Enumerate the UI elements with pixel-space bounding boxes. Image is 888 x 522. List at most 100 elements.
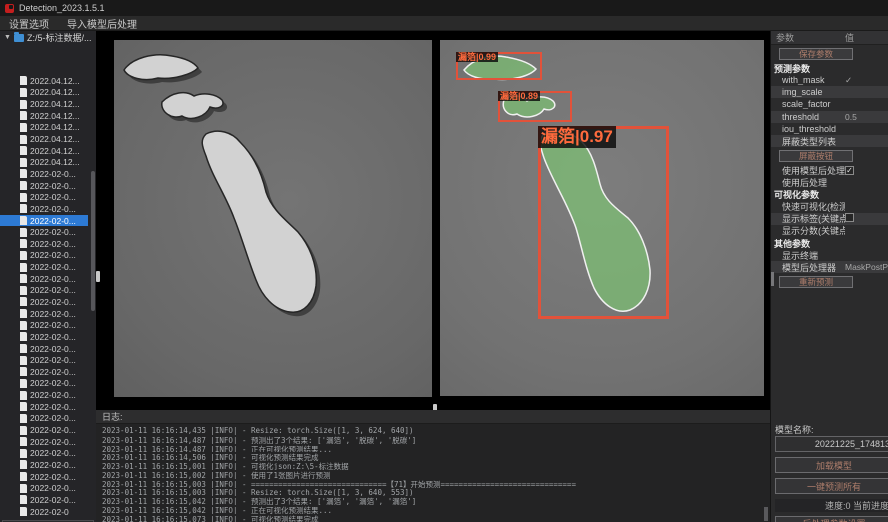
param-row[interactable]: 模型后处理器MaskPostPro — [771, 261, 888, 273]
param-row[interactable]: 显示标签(关键点) — [771, 213, 888, 225]
detection-bbox — [538, 126, 669, 319]
tree-item[interactable]: 2022-02-0... — [0, 448, 88, 460]
tree-item-label: 2022.04.12... — [30, 99, 80, 109]
tree-item[interactable]: 2022.04.12... — [0, 133, 88, 145]
tree-item[interactable]: 2022-02-0... — [0, 191, 88, 203]
tree-item[interactable]: 2022-02-0... — [0, 215, 88, 227]
tree-item-label: 2022-02-0... — [30, 460, 76, 470]
params-scrollbar[interactable] — [771, 272, 774, 286]
tree-item-label: 2022-02-0... — [30, 483, 76, 493]
tree-item[interactable]: 2022.04.12... — [0, 156, 88, 168]
param-row[interactable]: scale_factor — [771, 98, 888, 110]
tree-item-label: 2022-02-0... — [30, 344, 76, 354]
tree-item[interactable]: 2022-02-0... — [0, 238, 88, 250]
tree-item[interactable]: 2022-02-0... — [0, 203, 88, 215]
tree-item[interactable]: 2022-02-0... — [0, 389, 88, 401]
param-row[interactable]: 显示分数(关键点) — [771, 225, 888, 237]
log-line: 2023-01-11 16:16:15,001 |INFO| - 可视化json… — [102, 461, 770, 470]
prediction-image-panel[interactable]: 漏箔|0.99漏箔|0.89漏箔|0.97 — [440, 40, 764, 396]
log-lines[interactable]: 2023-01-11 16:16:14,435 |INFO| - Resize:… — [96, 424, 770, 522]
tree-item[interactable]: 2022.04.12... — [0, 75, 88, 87]
param-row[interactable]: threshold0.5 — [771, 111, 888, 123]
tree-root-node[interactable]: ▼ Z:/5-标注数据/... — [0, 31, 96, 44]
file-icon — [20, 449, 27, 458]
parameters-panel: 参数 值 保存参数预测参数with_mask✓img_scalescale_fa… — [770, 31, 888, 522]
tree-item[interactable]: 2022-02-0 — [0, 506, 88, 518]
tree-item[interactable]: 2022-02-0... — [0, 378, 88, 390]
file-icon — [20, 356, 27, 365]
tree-item[interactable]: 2022.04.12... — [0, 145, 88, 157]
tree-item[interactable]: 2022.04.12... — [0, 98, 88, 110]
sidebar-scrollbar[interactable] — [91, 171, 95, 311]
param-row[interactable]: 快速可视化(检测) — [771, 201, 888, 213]
tree-item[interactable]: 2022-02-0... — [0, 471, 88, 483]
tree-item[interactable]: 2022-02-0... — [0, 319, 88, 331]
tree-item[interactable]: 2022-02-0... — [0, 436, 88, 448]
tree-item[interactable]: 2022-02-0... — [0, 180, 88, 192]
param-value: ✓ — [845, 75, 888, 86]
tree-item[interactable]: 2022-02-0... — [0, 354, 88, 366]
predict-all-button[interactable]: 一键预测所有 — [775, 478, 888, 494]
tree-item[interactable]: 2022-02-0... — [0, 459, 88, 471]
param-button[interactable]: 保存参数 — [779, 48, 853, 60]
param-label: 显示终端 — [771, 249, 845, 262]
tree-item[interactable]: 2022-02-0... — [0, 261, 88, 273]
tree-item[interactable]: 2022.04.12... — [0, 110, 88, 122]
file-icon — [20, 216, 27, 225]
detection-overlay: 漏箔|0.99漏箔|0.89漏箔|0.97 — [440, 40, 764, 396]
menu-import-postprocess[interactable]: 导入模型后处理 — [67, 16, 137, 31]
tree-item[interactable]: 2022-02-0... — [0, 366, 88, 378]
param-label: 屏蔽类型列表 — [771, 135, 845, 148]
tree-item[interactable]: 2022-02-0... — [0, 168, 88, 180]
tree-item-label: 2022-02-0... — [30, 402, 76, 412]
menu-settings[interactable]: 设置选项 — [9, 16, 49, 31]
tree-item[interactable]: 2022-02-0... — [0, 273, 88, 285]
log-line: 2023-01-11 16:16:15,002 |INFO| - 使用了1张图片… — [102, 470, 770, 479]
param-row[interactable]: with_mask✓ — [771, 74, 888, 86]
tree-item-label: 2022-02-0... — [30, 332, 76, 342]
tree-item[interactable]: 2022-02-0... — [0, 308, 88, 320]
file-icon — [20, 123, 27, 132]
raw-image-panel[interactable] — [114, 40, 432, 397]
param-label: 使用模型后处理 — [771, 164, 845, 177]
tree-item[interactable]: 2022-02-0... — [0, 424, 88, 436]
param-row[interactable]: 屏蔽类型列表 — [771, 135, 888, 147]
tree-item[interactable]: 2022-02-0... — [0, 296, 88, 308]
log-scrollbar[interactable] — [764, 507, 768, 521]
tree-item[interactable]: 2022-02-0... — [0, 494, 88, 506]
param-row[interactable]: iou_threshold — [771, 123, 888, 135]
param-section-label: 其他参数 — [771, 237, 888, 249]
tree-item[interactable]: 2022.04.12... — [0, 122, 88, 134]
tree-item-label: 2022-02-0... — [30, 239, 76, 249]
param-row[interactable]: 使用后处理 — [771, 176, 888, 188]
tree-item[interactable]: 2022-02-0... — [0, 413, 88, 425]
checkbox-checked[interactable]: ✓ — [845, 166, 854, 175]
tree-item-label: 2022-02-0... — [30, 227, 76, 237]
defect-blob — [202, 131, 316, 312]
postprocess-settings-button[interactable]: 后处理参数设置 — [775, 516, 888, 522]
log-panel: 日志: 2023-01-11 16:16:14,435 |INFO| - Res… — [96, 410, 770, 522]
checkbox-unchecked[interactable] — [845, 213, 854, 222]
tree-item[interactable]: 2022-02-0... — [0, 401, 88, 413]
tree-item-label: 2022-02-0... — [30, 274, 76, 284]
left-splitter-handle[interactable] — [96, 271, 100, 282]
model-name-field[interactable]: 20221225_174813 — [775, 436, 888, 452]
tree-item[interactable]: 2022-02-0... — [0, 343, 88, 355]
tree-item[interactable]: 2022-02-0... — [0, 226, 88, 238]
param-row[interactable]: 使用模型后处理✓ — [771, 164, 888, 176]
file-icon — [20, 414, 27, 423]
param-row[interactable]: 显示终端 — [771, 249, 888, 261]
tree-expand-icon[interactable]: ▼ — [4, 34, 11, 41]
tree-item[interactable]: 2022.04.12... — [0, 87, 88, 99]
param-button[interactable]: 屏蔽按钮 — [779, 150, 853, 162]
param-section-label: 预测参数 — [771, 62, 888, 74]
tree-item-label: 2022.04.12... — [30, 87, 80, 97]
param-label: 显示标签(关键点) — [771, 212, 845, 225]
param-button[interactable]: 重新预测 — [779, 276, 853, 288]
tree-item[interactable]: 2022-02-0... — [0, 482, 88, 494]
tree-item[interactable]: 2022-02-0... — [0, 250, 88, 262]
load-model-button[interactable]: 加载模型 — [775, 457, 888, 473]
param-row[interactable]: img_scale — [771, 86, 888, 98]
tree-item[interactable]: 2022-02-0... — [0, 285, 88, 297]
tree-item[interactable]: 2022-02-0... — [0, 331, 88, 343]
